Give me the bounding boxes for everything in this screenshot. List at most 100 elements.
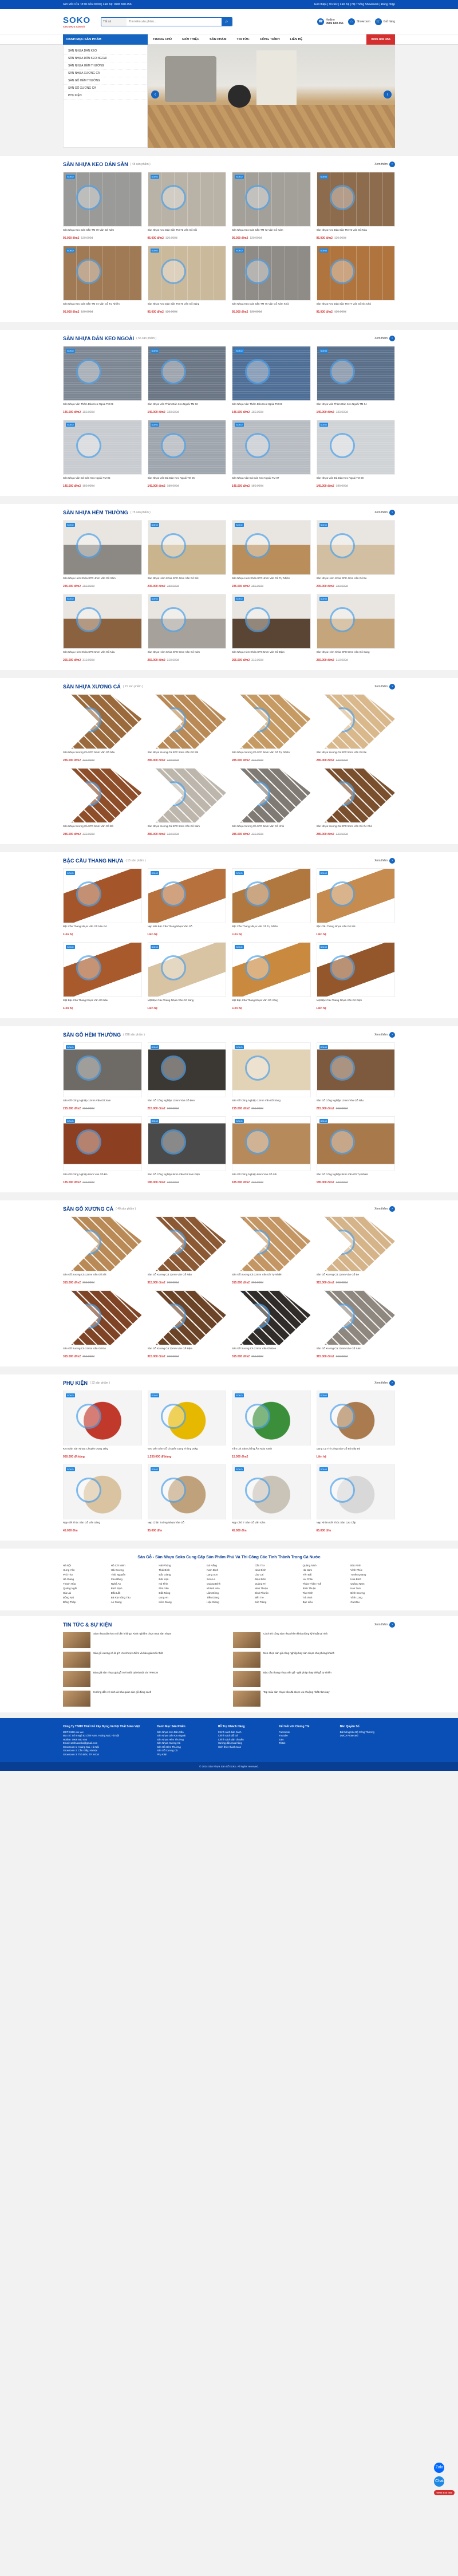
- product-card[interactable]: SOKO Mặt Bậc Cầu Thang Nhựa Vân Gỗ Đậm Liê…: [316, 942, 396, 1010]
- product-image[interactable]: SOKO: [155, 1216, 226, 1271]
- product-title[interactable]: Sàn Nhựa Xương Cá SPC 5mm Vân Gỗ Xám: [148, 825, 227, 832]
- news-thumbnail[interactable]: [233, 1691, 260, 1707]
- news-item[interactable]: Sàn nhựa dán keo có bền không? Kinh nghi…: [63, 1632, 225, 1648]
- product-title[interactable]: Sàn Nhựa Xương Cá SPC 5mm Vân Gỗ Nâu: [63, 751, 142, 758]
- product-card[interactable]: SOKO Sàn Gỗ Xương Cá 12mm Vân Gỗ Tự Nhiên…: [232, 1216, 311, 1285]
- news-item[interactable]: Top mẫu sàn nhựa vân đá được ưa chuộng n…: [233, 1691, 395, 1707]
- product-title[interactable]: Nẹp Chữ T Sàn Gỗ Vân Xám: [232, 1521, 311, 1528]
- product-image[interactable]: SOKO: [232, 1391, 311, 1445]
- product-image[interactable]: SOKO: [316, 246, 395, 301]
- location-link[interactable]: Lạng Sơn: [207, 1573, 251, 1576]
- news-title[interactable]: Báo giá sàn nhựa giả gỗ mới nhất tại Hà …: [93, 1671, 158, 1687]
- product-title[interactable]: Keo Dán Sàn Gỗ Chuyên Dụng Thùng 20kg: [148, 1447, 227, 1454]
- product-image[interactable]: SOKO: [147, 1042, 226, 1097]
- product-title[interactable]: Sàn Nhựa Keo Dán Sẵn TM 77 Vân Gỗ Óc Chó: [317, 302, 396, 309]
- product-card[interactable]: SOKO Sàn Nhựa Keo Dán Sẵn TM 70 Vân Đá Xá…: [63, 172, 142, 240]
- footer-link[interactable]: Phụ Kiện: [157, 1753, 212, 1757]
- product-card[interactable]: SOKO Mặt Bậc Cầu Thang Nhựa Vân Gỗ Nâu Liê…: [63, 942, 142, 1010]
- product-image[interactable]: SOKO: [232, 520, 311, 575]
- nav-hotline-button[interactable]: 0906 840 456: [366, 34, 395, 45]
- product-image[interactable]: SOKO: [147, 868, 226, 923]
- product-card[interactable]: SOKO Sàn Gỗ Xương Cá 12mm Vân Gỗ Đen 315.0…: [232, 1290, 311, 1358]
- product-card[interactable]: SOKO Sàn Nhựa Vân Thảm Dán Keo Ngoài TM 0…: [63, 346, 142, 414]
- product-title[interactable]: Sàn Nhựa Hèm Khóa SPC 5mm Vân Gỗ Xám: [148, 651, 227, 657]
- product-title[interactable]: Bậc Cầu Thang Nhựa Vân Gỗ Tự Nhiên: [232, 925, 311, 932]
- product-card[interactable]: SOKO Mặt Bậc Cầu Thang Nhựa Vân Gỗ Sáng Li…: [147, 942, 226, 1010]
- location-link[interactable]: Cà Mau: [350, 1601, 395, 1604]
- product-image[interactable]: SOKO: [324, 1290, 395, 1345]
- product-image[interactable]: SOKO: [63, 942, 142, 997]
- location-link[interactable]: Bắc Ninh: [350, 1564, 395, 1567]
- product-card[interactable]: SOKO Sàn Nhựa Hèm Khóa SPC 5mm Vân Gỗ Nâu…: [63, 594, 142, 662]
- section-more-link[interactable]: Xem thêm ›: [374, 162, 395, 167]
- product-card[interactable]: SOKO Nẹp Nhôm Kết Thúc Sàn Cao Cấp 65.000 …: [316, 1464, 395, 1533]
- news-item[interactable]: Báo giá sàn nhựa giả gỗ mới nhất tại Hà …: [63, 1671, 225, 1687]
- location-link[interactable]: Khánh Hòa: [207, 1587, 251, 1590]
- sidebar-item-hem-thuong[interactable]: SÀN NHỰA HÈM THƯỜNG: [64, 62, 147, 70]
- news-item[interactable]: Bậc cầu thang nhựa vân gỗ - giải pháp th…: [233, 1671, 395, 1687]
- product-title[interactable]: Tấm Lót Sàn Chống Ẩm Màu Xanh: [232, 1447, 311, 1454]
- product-title[interactable]: Sàn Gỗ Công Nghiệp 8mm Vân Gỗ Sồi: [232, 1173, 311, 1180]
- product-card[interactable]: SOKO Sàn Gỗ Xương Cá 12mm Vân Gỗ Nâu 315.0…: [147, 1216, 226, 1285]
- location-link[interactable]: Hà Tĩnh: [159, 1582, 203, 1585]
- news-item[interactable]: Nên chọn sàn gỗ công nghiệp hay sàn nhựa…: [233, 1652, 395, 1668]
- product-image[interactable]: SOKO: [63, 594, 142, 649]
- location-link[interactable]: Quảng Trị: [255, 1582, 299, 1585]
- product-image[interactable]: SOKO: [147, 594, 226, 649]
- product-card[interactable]: SOKO Sàn Nhựa Vân Đá Dán Keo Ngoài TM 08 1…: [316, 420, 395, 488]
- search-input[interactable]: [127, 18, 222, 26]
- location-link[interactable]: Thái Nguyên: [111, 1573, 156, 1576]
- product-image[interactable]: SOKO: [239, 1216, 311, 1271]
- news-title[interactable]: Nên chọn sàn gỗ công nghiệp hay sàn nhựa…: [263, 1652, 334, 1668]
- product-card[interactable]: SOKO Sàn Nhựa Xương Cá SPC 5mm Vân Gỗ Đỏ 2…: [63, 768, 142, 836]
- footer-link[interactable]: DMCA Protected: [340, 1734, 395, 1738]
- location-link[interactable]: Đồng Nai: [63, 1596, 108, 1599]
- product-card[interactable]: SOKO Sàn Nhựa Vân Thảm Dán Keo Ngoài TM 0…: [316, 346, 396, 414]
- product-card[interactable]: SOKO Sàn Nhựa Keo Dán Sẵn TM 71 Vân Gỗ Sồ…: [147, 172, 226, 240]
- product-image[interactable]: SOKO: [63, 1391, 142, 1445]
- location-link[interactable]: Tiền Giang: [207, 1596, 251, 1599]
- product-title[interactable]: Bậc Cầu Thang Nhựa Vân Gỗ Sồi: [317, 925, 396, 932]
- product-card[interactable]: SOKO Sàn Gỗ Xương Cá 12mm Vân Gỗ Xám 315.0…: [316, 1290, 395, 1358]
- product-card[interactable]: SOKO Sàn Gỗ Xương Cá 12mm Vân Gỗ Sồi 315.0…: [63, 1216, 142, 1285]
- location-link[interactable]: Ninh Bình: [255, 1569, 299, 1571]
- product-image[interactable]: SOKO: [316, 520, 395, 575]
- product-image[interactable]: SOKO: [232, 1464, 311, 1519]
- news-item[interactable]: Sàn gỗ xương cá là gì? Ưu nhược điểm và …: [63, 1652, 225, 1668]
- product-image[interactable]: SOKO: [316, 346, 395, 401]
- product-image[interactable]: SOKO: [239, 768, 311, 823]
- product-card[interactable]: SOKO Sàn Nhựa Xương Cá SPC 5mm Vân Gỗ Be 2…: [316, 694, 395, 762]
- news-thumbnail[interactable]: [63, 1691, 90, 1707]
- product-image[interactable]: SOKO: [232, 420, 311, 475]
- product-title[interactable]: Sàn Nhựa Vân Thảm Dán Keo Ngoài TM 03: [232, 403, 311, 409]
- product-image[interactable]: SOKO: [324, 694, 395, 749]
- product-card[interactable]: SOKO Nẹp Kết Thúc Sàn Gỗ Vân Sáng 45.000 đ…: [63, 1464, 142, 1533]
- product-title[interactable]: Sàn Gỗ Công Nghiệp 12mm Vân Gỗ Xám: [63, 1099, 142, 1106]
- product-image[interactable]: SOKO: [70, 1216, 142, 1271]
- location-link[interactable]: Quảng Bình: [207, 1582, 251, 1585]
- location-link[interactable]: Hậu Giang: [207, 1601, 251, 1604]
- product-title[interactable]: Sàn Nhựa Xương Cá SPC 5mm Vân Gỗ Đỏ: [63, 825, 142, 832]
- location-link[interactable]: Quảng Nam: [350, 1582, 395, 1585]
- location-link[interactable]: Hà Nam: [303, 1569, 348, 1571]
- location-link[interactable]: Hòa Bình: [350, 1578, 395, 1581]
- news-item[interactable]: Hướng dẫn vệ sinh và bảo quản sàn gỗ đún…: [63, 1691, 225, 1707]
- news-thumbnail[interactable]: [63, 1652, 90, 1668]
- product-title[interactable]: Mặt Bậc Cầu Thang Nhựa Vân Gỗ Đậm: [317, 999, 396, 1006]
- product-card[interactable]: SOKO Keo Dán Sàn Gỗ Chuyên Dụng Thùng 20k…: [147, 1391, 227, 1459]
- product-title[interactable]: Sàn Gỗ Xương Cá 12mm Vân Gỗ Be: [317, 1273, 396, 1280]
- product-card[interactable]: SOKO Sàn Gỗ Công Nghiệp 8mm Vân Gỗ Sồi 185…: [232, 1116, 311, 1184]
- product-title[interactable]: Sàn Nhựa Vân Thảm Dán Keo Ngoài TM 04: [317, 403, 396, 409]
- product-image[interactable]: SOKO: [63, 868, 142, 923]
- location-link[interactable]: An Giang: [111, 1601, 156, 1604]
- product-card[interactable]: SOKO Nẹp Chữ T Sàn Gỗ Vân Xám 45.000 đ/m: [232, 1464, 311, 1533]
- product-title[interactable]: Sàn Gỗ Xương Cá 12mm Vân Gỗ Sồi: [63, 1273, 142, 1280]
- product-card[interactable]: SOKO Sàn Gỗ Xương Cá 12mm Vân Gỗ Be 315.00…: [316, 1216, 396, 1285]
- footer-link[interactable]: Tiktok: [279, 1742, 334, 1746]
- product-card[interactable]: SOKO Sàn Nhựa Xương Cá SPC 5mm Vân Gỗ Óc …: [316, 768, 395, 836]
- product-title[interactable]: Sàn Gỗ Công Nghiệp 8mm Vân Gỗ Đỏ: [63, 1173, 142, 1180]
- product-image[interactable]: SOKO: [147, 1464, 226, 1519]
- location-link[interactable]: Long An: [159, 1596, 203, 1599]
- product-card[interactable]: SOKO Sàn Nhựa Xương Cá SPC 5mm Vân Gỗ Xám…: [147, 768, 227, 836]
- product-title[interactable]: Sàn Gỗ Công Nghiệp 12mm Vân Gỗ Nâu: [317, 1099, 396, 1106]
